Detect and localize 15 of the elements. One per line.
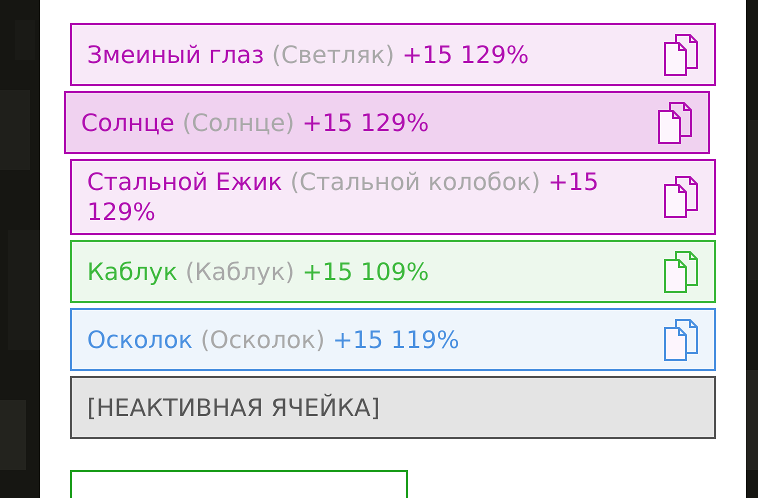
item-label: Змеиный глаз (Светляк) +15 129% <box>87 40 529 70</box>
item-card[interactable]: Осколок (Осколок) +15 119% <box>70 308 716 371</box>
item-card[interactable]: Стальной Ежик (Стальной колобок) +15 129% <box>70 159 716 235</box>
action-button[interactable] <box>70 470 408 498</box>
item-label: Стальной Ежик (Стальной колобок) +15 129% <box>87 167 600 227</box>
cell-label: [НЕАКТИВНАЯ ЯЧЕЙКА] <box>87 394 380 422</box>
copy-icon[interactable] <box>662 175 700 219</box>
item-card[interactable]: Змеиный глаз (Светляк) +15 129% <box>70 23 716 86</box>
copy-icon[interactable] <box>662 318 700 362</box>
copy-icon[interactable] <box>662 32 700 76</box>
item-card[interactable]: Солнце (Солнце) +15 129% <box>64 91 710 154</box>
copy-icon[interactable] <box>656 100 694 144</box>
item-label: Осколок (Осколок) +15 119% <box>87 324 460 354</box>
item-label: Каблук (Каблук) +15 109% <box>87 256 430 286</box>
item-label: Солнце (Солнце) +15 129% <box>81 108 430 138</box>
